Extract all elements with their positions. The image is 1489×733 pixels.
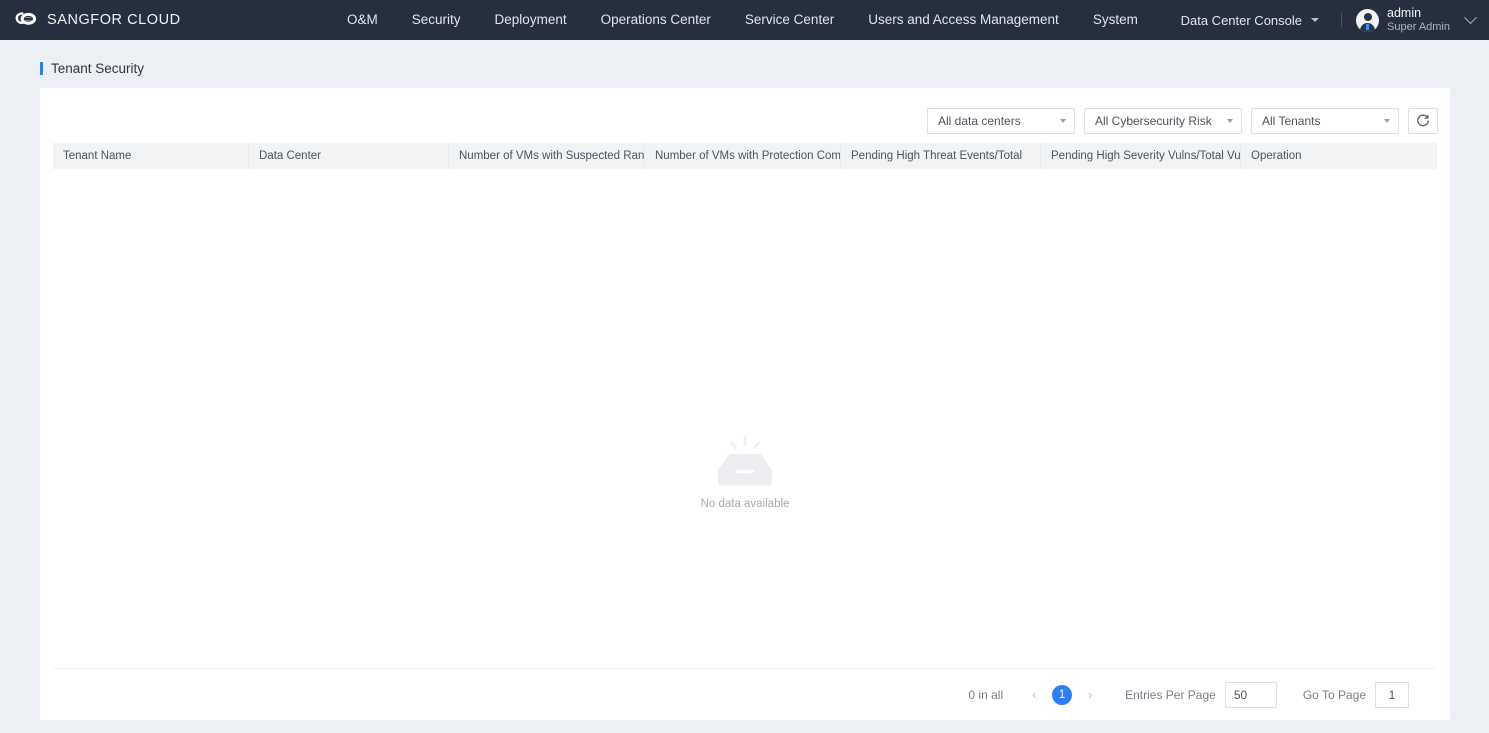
nav-right-group: Data Center Console admin Super Admin	[1175, 0, 1479, 40]
empty-state: No data available	[53, 436, 1437, 510]
main-menu: O&M Security Deployment Operations Cente…	[330, 0, 1155, 40]
brand-name: SANGFOR CLOUD	[47, 12, 181, 28]
menu-item-om[interactable]: O&M	[330, 0, 395, 40]
go-to-page-label: Go To Page	[1302, 687, 1366, 702]
tenant-filter-select[interactable]: All Tenants	[1251, 108, 1399, 134]
column-header-tenant-name[interactable]: Tenant Name	[53, 143, 249, 169]
cloud-logo-icon	[15, 12, 37, 25]
tenant-security-table: Tenant Name Data Center Number of VMs wi…	[53, 143, 1437, 660]
column-header-vms-suspected-ransomware[interactable]: Number of VMs with Suspected Ransomw...	[449, 143, 645, 169]
page-number-1[interactable]: 1	[1052, 684, 1073, 705]
menu-item-deployment[interactable]: Deployment	[478, 0, 584, 40]
filter-toolbar: All data centers All Cybersecurity Risk …	[927, 108, 1438, 134]
page-title: Tenant Security	[51, 60, 145, 76]
empty-inbox-icon	[718, 436, 772, 486]
menu-item-users-and-access-management[interactable]: Users and Access Management	[851, 0, 1076, 40]
data-center-filter-value: All data centers	[938, 114, 1021, 128]
console-switcher-label: Data Center Console	[1180, 12, 1303, 28]
avatar-tie	[1366, 23, 1370, 30]
column-header-vms-protection-compromised[interactable]: Number of VMs with Protection Compromi..…	[645, 143, 841, 169]
tenant-filter-value: All Tenants	[1262, 114, 1321, 128]
console-switcher[interactable]: Data Center Console	[1175, 13, 1325, 28]
data-center-filter-select[interactable]: All data centers	[927, 108, 1075, 134]
column-header-pending-high-severity-vulns[interactable]: Pending High Severity Vulns/Total Vulns	[1041, 143, 1241, 169]
chevron-down-icon	[1464, 10, 1477, 24]
go-to-page-input[interactable]	[1375, 681, 1409, 708]
menu-item-operations-center[interactable]: Operations Center	[584, 0, 728, 40]
user-role: Super Admin	[1387, 20, 1450, 33]
refresh-button[interactable]	[1408, 108, 1438, 134]
refresh-icon	[1417, 114, 1429, 127]
cybersecurity-risk-filter-value: All Cybersecurity Risk	[1095, 114, 1212, 128]
table-header-row: Tenant Name Data Center Number of VMs wi…	[53, 143, 1437, 169]
menu-item-system[interactable]: System	[1076, 0, 1155, 40]
chevron-down-icon	[1311, 18, 1320, 22]
avatar-head	[1363, 12, 1372, 21]
content-card: All data centers All Cybersecurity Risk …	[40, 88, 1450, 720]
table-body: No data available	[53, 169, 1437, 660]
chevron-down-icon	[1384, 119, 1390, 123]
next-page-button[interactable]: ›	[1079, 684, 1101, 706]
menu-item-service-center[interactable]: Service Center	[728, 0, 851, 40]
user-menu[interactable]: admin Super Admin	[1356, 6, 1479, 34]
chevron-down-icon	[1060, 119, 1066, 123]
menu-item-security[interactable]: Security	[395, 0, 478, 40]
brand-logo-area[interactable]: SANGFOR CLOUD	[0, 10, 330, 30]
table-footer: 0 in all ‹ 1 › Entries Per Page 50 Go To…	[53, 668, 1437, 720]
top-navigation-bar: SANGFOR CLOUD O&M Security Deployment Op…	[0, 0, 1489, 40]
cybersecurity-risk-filter-select[interactable]: All Cybersecurity Risk	[1084, 108, 1242, 134]
entries-per-page-label: Entries Per Page	[1125, 687, 1216, 702]
avatar	[1356, 8, 1380, 32]
user-name: admin	[1387, 5, 1422, 20]
prev-page-button[interactable]: ‹	[1023, 684, 1045, 706]
page-title-row: Tenant Security	[0, 54, 1489, 82]
column-header-pending-high-threat-events[interactable]: Pending High Threat Events/Total	[841, 143, 1041, 169]
column-header-data-center[interactable]: Data Center	[249, 143, 449, 169]
nav-divider	[1341, 13, 1343, 27]
total-count-label: 0 in all	[968, 687, 1004, 702]
entries-per-page-value: 50	[1233, 687, 1248, 702]
user-info: admin Super Admin	[1387, 6, 1450, 34]
column-header-operation[interactable]: Operation	[1241, 143, 1437, 169]
chevron-down-icon	[1227, 119, 1233, 123]
entries-per-page-select[interactable]: 50	[1224, 681, 1277, 708]
empty-state-text: No data available	[700, 498, 790, 510]
page-title-accent-bar	[40, 61, 43, 75]
